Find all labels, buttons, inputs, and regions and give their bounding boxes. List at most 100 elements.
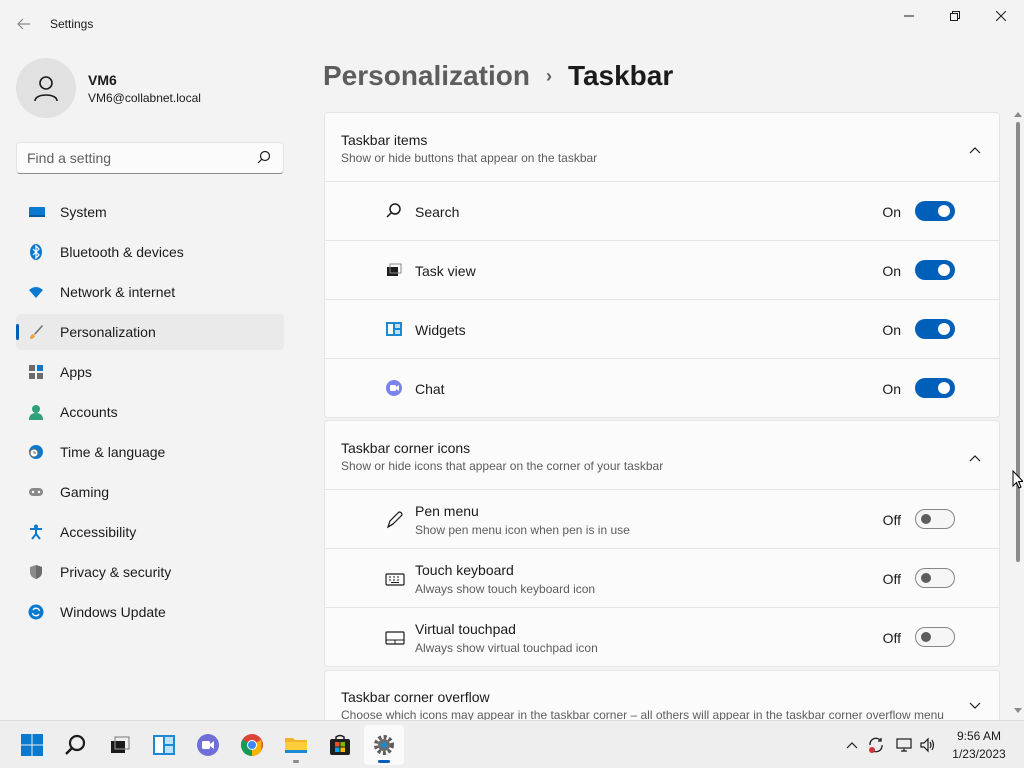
taskbar-search-button[interactable] xyxy=(56,725,96,765)
breadcrumb-separator: › xyxy=(545,65,552,86)
toggle-state: On xyxy=(882,381,901,397)
sidebar-item-label: Apps xyxy=(60,364,92,380)
row-label: Chat xyxy=(415,381,445,397)
chat-toggle[interactable] xyxy=(915,378,955,398)
scrollbar[interactable] xyxy=(1012,112,1024,720)
close-icon xyxy=(996,11,1006,21)
chrome-button[interactable] xyxy=(232,725,272,765)
section-title: Taskbar items xyxy=(341,132,428,148)
sync-icon[interactable] xyxy=(866,735,886,755)
virtual-touchpad-row: Virtual touchpad Always show virtual tou… xyxy=(325,607,999,666)
back-button[interactable] xyxy=(12,12,36,36)
app-title: Settings xyxy=(50,17,94,31)
close-button[interactable] xyxy=(978,0,1024,32)
system-icon xyxy=(28,204,45,220)
chevron-up-icon[interactable] xyxy=(842,735,862,755)
taskbar-items-section: Taskbar items Show or hide buttons that … xyxy=(324,112,1000,418)
running-indicator xyxy=(293,760,299,763)
sidebar-item-apps[interactable]: Apps xyxy=(16,354,284,390)
touchpad-icon xyxy=(385,628,405,648)
avatar[interactable] xyxy=(16,58,76,118)
clock-date[interactable]: 1/23/2023 xyxy=(944,747,1014,761)
search-icon[interactable] xyxy=(257,150,275,168)
sidebar-item-network[interactable]: Network & internet xyxy=(16,274,284,310)
chevron-up-icon[interactable] xyxy=(969,141,983,155)
touch-keyboard-toggle[interactable] xyxy=(915,568,955,588)
chat-icon xyxy=(197,734,219,756)
chevron-down-icon[interactable] xyxy=(969,697,983,711)
toggle-state: Off xyxy=(882,571,901,587)
network-icon[interactable] xyxy=(894,735,914,755)
scroll-down-arrow-icon[interactable] xyxy=(1014,708,1022,713)
sidebar-item-label: Accessibility xyxy=(60,524,137,540)
widgets-row: Widgets On xyxy=(325,299,999,358)
sidebar-item-privacy[interactable]: Privacy & security xyxy=(16,554,284,590)
clock-globe-icon xyxy=(28,444,44,460)
store-button[interactable] xyxy=(320,725,360,765)
sidebar-item-system[interactable]: System xyxy=(16,194,284,230)
search-input[interactable] xyxy=(17,143,247,173)
row-label: Widgets xyxy=(415,322,466,338)
taskbar-items-header[interactable]: Taskbar items Show or hide buttons that … xyxy=(325,113,999,181)
chevron-up-icon[interactable] xyxy=(969,449,983,463)
search-icon xyxy=(385,202,405,222)
widgets-toggle[interactable] xyxy=(915,319,955,339)
section-title: Taskbar corner icons xyxy=(341,440,471,456)
taskbar-corner-icons-header[interactable]: Taskbar corner icons Show or hide icons … xyxy=(325,421,999,489)
virtual-touchpad-toggle[interactable] xyxy=(915,627,955,647)
breadcrumb: Personalization › Taskbar xyxy=(323,58,673,94)
scroll-thumb[interactable] xyxy=(1016,122,1020,562)
settings-button[interactable] xyxy=(364,725,404,765)
toggle-knob xyxy=(938,264,950,276)
widgets-icon xyxy=(153,735,175,755)
sidebar-nav: System Bluetooth & devices Network & int… xyxy=(16,194,284,634)
person-icon xyxy=(34,76,58,102)
toggle-knob xyxy=(921,632,931,642)
search-box[interactable] xyxy=(16,142,284,174)
clock-time[interactable]: 9:56 AM xyxy=(944,729,1014,743)
search-row: Search On xyxy=(325,181,999,240)
row-label: Touch keyboard xyxy=(415,562,514,578)
toggle-knob xyxy=(921,514,931,524)
task-view-toggle[interactable] xyxy=(915,260,955,280)
pen-menu-toggle[interactable] xyxy=(915,509,955,529)
sidebar-item-windows-update[interactable]: Windows Update xyxy=(16,594,284,630)
chat-row: Chat On xyxy=(325,358,999,417)
sidebar-item-label: Windows Update xyxy=(60,604,166,620)
back-arrow-icon xyxy=(17,18,30,30)
title-bar: Settings xyxy=(0,0,1024,48)
toggle-knob xyxy=(938,382,950,394)
taskbar: 9:56 AM 1/23/2023 xyxy=(0,720,1024,768)
scroll-up-arrow-icon[interactable] xyxy=(1014,112,1022,117)
sidebar-item-time-language[interactable]: Time & language xyxy=(16,434,284,470)
widgets-button[interactable] xyxy=(144,725,184,765)
sidebar-item-accounts[interactable]: Accounts xyxy=(16,394,284,430)
search-toggle[interactable] xyxy=(915,201,955,221)
maximize-button[interactable] xyxy=(932,0,978,32)
widgets-icon xyxy=(385,320,405,340)
update-icon xyxy=(28,604,44,620)
sidebar-item-gaming[interactable]: Gaming xyxy=(16,474,284,510)
task-view-button[interactable] xyxy=(100,725,140,765)
account-name: VM6 xyxy=(88,72,117,88)
file-explorer-button[interactable] xyxy=(276,725,316,765)
row-label: Search xyxy=(415,204,460,220)
sidebar-item-accessibility[interactable]: Accessibility xyxy=(16,514,284,550)
section-subtitle: Show or hide icons that appear on the co… xyxy=(341,459,664,473)
breadcrumb-parent[interactable]: Personalization xyxy=(323,60,530,92)
keyboard-icon xyxy=(385,569,405,589)
chat-button[interactable] xyxy=(188,725,228,765)
taskbar-corner-overflow-section[interactable]: Taskbar corner overflow Choose which ico… xyxy=(324,670,1000,720)
store-icon xyxy=(330,734,350,755)
sidebar-item-label: Privacy & security xyxy=(60,564,172,580)
sidebar-item-bluetooth[interactable]: Bluetooth & devices xyxy=(16,234,284,270)
toggle-state: Off xyxy=(882,512,901,528)
page-title: Taskbar xyxy=(567,60,674,91)
sidebar-item-label: Network & internet xyxy=(60,284,176,300)
start-button[interactable] xyxy=(12,725,52,765)
volume-icon[interactable] xyxy=(918,735,938,755)
toggle-state: On xyxy=(882,322,901,338)
sidebar-item-personalization[interactable]: Personalization xyxy=(16,314,284,350)
person-icon xyxy=(28,404,44,420)
minimize-button[interactable] xyxy=(886,0,932,32)
